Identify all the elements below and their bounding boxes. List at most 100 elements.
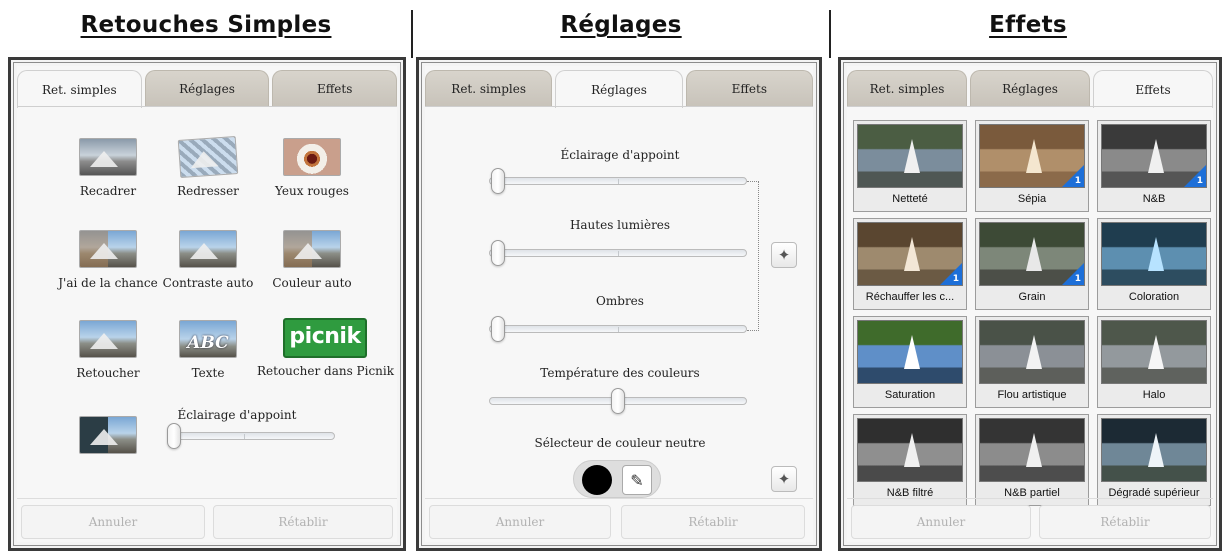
redo-button[interactable]: Rétablir (1039, 505, 1211, 539)
sailboat-icon (904, 335, 920, 369)
tab-simple-edits[interactable]: Ret. simples (17, 70, 142, 108)
editor-panel: Ret. simples Réglages Effets Éclairage d… (416, 57, 822, 551)
auto-color-tool[interactable]: Couleur auto (257, 230, 367, 290)
effect-preview-image (857, 418, 963, 482)
badge-count: 1 (1074, 176, 1081, 186)
auto-neutral-wand-button[interactable]: ✦ (771, 466, 797, 492)
tool-label: Texte (191, 366, 225, 380)
action-bar: Annuler Rétablir (847, 498, 1213, 542)
tab-effects[interactable]: Effets (1093, 70, 1213, 108)
auto-contrast-tool[interactable]: Contraste auto (153, 230, 263, 290)
text-icon: ABC (179, 320, 237, 358)
action-bar: Annuler Rétablir (425, 498, 813, 542)
color-temperature-label: Température des couleurs (540, 366, 700, 380)
slider-knob[interactable] (167, 423, 181, 449)
tab-bar: Ret. simples Réglages Effets (425, 70, 813, 108)
effect-tile[interactable]: Netteté (853, 120, 967, 212)
straighten-tool[interactable]: Redresser (153, 136, 263, 198)
eyedropper-button[interactable]: ✎ (622, 465, 652, 495)
highlights-slider[interactable] (489, 249, 747, 257)
column-effects: Effets Ret. simples Réglages Effets Nett… (830, 0, 1226, 554)
highlights-label: Hautes lumières (569, 218, 671, 232)
badge-count: 1 (1196, 176, 1203, 186)
column-adjustments: Réglages Ret. simples Réglages Effets Éc… (412, 0, 830, 554)
text-tool[interactable]: ABC Texte (153, 320, 263, 380)
badge-count: 1 (1074, 274, 1081, 284)
tab-adjustments[interactable]: Réglages (970, 70, 1090, 106)
effect-tile[interactable]: 1 Sépia (975, 120, 1089, 212)
tab-effects[interactable]: Effets (272, 70, 398, 106)
effect-tile[interactable]: Halo (1097, 316, 1211, 408)
badge-count: 1 (952, 274, 959, 284)
crop-tool[interactable]: Recadrer (53, 138, 163, 198)
tab-simple-edits[interactable]: Ret. simples (847, 70, 967, 106)
red-eye-tool[interactable]: Yeux rouges (257, 138, 367, 198)
effect-preview-image: 1 (1101, 124, 1207, 188)
effect-tile[interactable]: Flou artistique (975, 316, 1089, 408)
effect-label: Netteté (892, 193, 928, 205)
tool-label: Yeux rouges (275, 184, 349, 198)
eyedropper-icon: ✎ (630, 470, 644, 490)
neutral-picker-label: Sélecteur de couleur neutre (534, 436, 706, 450)
effect-preview-image (1101, 418, 1207, 482)
tab-simple-edits[interactable]: Ret. simples (425, 70, 553, 106)
column-simple-edits: Retouches Simples Ret. simples Réglages … (0, 0, 412, 554)
undo-button[interactable]: Annuler (851, 505, 1031, 539)
effect-preview-image: 1 (979, 124, 1085, 188)
shadows-slider[interactable] (489, 325, 747, 333)
effect-tile[interactable]: 1 Grain (975, 218, 1089, 310)
retouch-tool[interactable]: Retoucher (53, 320, 163, 380)
auto-contrast-icon (179, 230, 237, 268)
tool-label: Couleur auto (272, 276, 352, 290)
effect-tile[interactable]: 1 N&B (1097, 120, 1211, 212)
effect-label: Flou artistique (997, 389, 1067, 401)
fill-light-slider[interactable] (489, 177, 747, 185)
tool-label: Recadrer (79, 184, 137, 198)
auto-group-bracket (747, 181, 759, 331)
redo-button[interactable]: Rétablir (213, 505, 393, 539)
action-bar: Annuler Rétablir (17, 498, 397, 542)
picnik-tool[interactable]: picnik Retoucher dans Picnik (257, 318, 395, 378)
tab-adjustments[interactable]: Réglages (555, 70, 683, 108)
sailboat-icon (1026, 335, 1042, 369)
effect-preview-image: 1 (979, 222, 1085, 286)
effect-tile[interactable]: Coloration (1097, 218, 1211, 310)
sailboat-icon (1148, 433, 1164, 467)
effect-tile[interactable]: N&B filtré (853, 414, 967, 506)
tab-effects[interactable]: Effets (685, 70, 813, 106)
slider-knob[interactable] (491, 168, 505, 194)
magic-wand-icon: ✦ (777, 470, 791, 488)
retouch-icon (79, 320, 137, 358)
redo-button[interactable]: Rétablir (621, 505, 805, 539)
tool-label: Retoucher dans Picnik (257, 364, 395, 378)
straighten-icon (177, 136, 239, 178)
sailboat-icon (1148, 139, 1164, 173)
effect-tile[interactable]: Saturation (853, 316, 967, 408)
sailboat-icon (1026, 433, 1042, 467)
undo-button[interactable]: Annuler (429, 505, 611, 539)
effect-tile[interactable]: N&B partiel (975, 414, 1089, 506)
tool-label: Contraste auto (162, 276, 254, 290)
editor-panel: Ret. simples Réglages Effets Netteté 1 Sép… (838, 57, 1222, 551)
effect-label: Saturation (884, 389, 936, 401)
effect-tile[interactable]: Dégradé supérieur (1097, 414, 1211, 506)
lucky-tool[interactable]: J'ai de la chance (53, 230, 163, 290)
fill-light-slider[interactable] (169, 432, 335, 440)
tool-label: Retoucher (76, 366, 140, 380)
tab-adjustments[interactable]: Réglages (144, 70, 270, 106)
slider-knob[interactable] (491, 316, 505, 342)
column-title: Retouches Simples (80, 12, 332, 38)
effect-label: Halo (1142, 389, 1166, 401)
slider-knob[interactable] (491, 240, 505, 266)
tool-label: Redresser (177, 184, 239, 198)
neutral-color-swatch (582, 465, 612, 495)
slider-knob[interactable] (611, 388, 625, 414)
tab-bar: Ret. simples Réglages Effets (847, 70, 1213, 108)
effect-preview-image (857, 320, 963, 384)
effect-preview-image (979, 418, 1085, 482)
effect-preview-image (1101, 222, 1207, 286)
effect-tile[interactable]: 1 Réchauffer les c... (853, 218, 967, 310)
tab-bar: Ret. simples Réglages Effets (17, 70, 398, 108)
undo-button[interactable]: Annuler (21, 505, 205, 539)
auto-adjust-wand-button[interactable]: ✦ (771, 242, 797, 268)
